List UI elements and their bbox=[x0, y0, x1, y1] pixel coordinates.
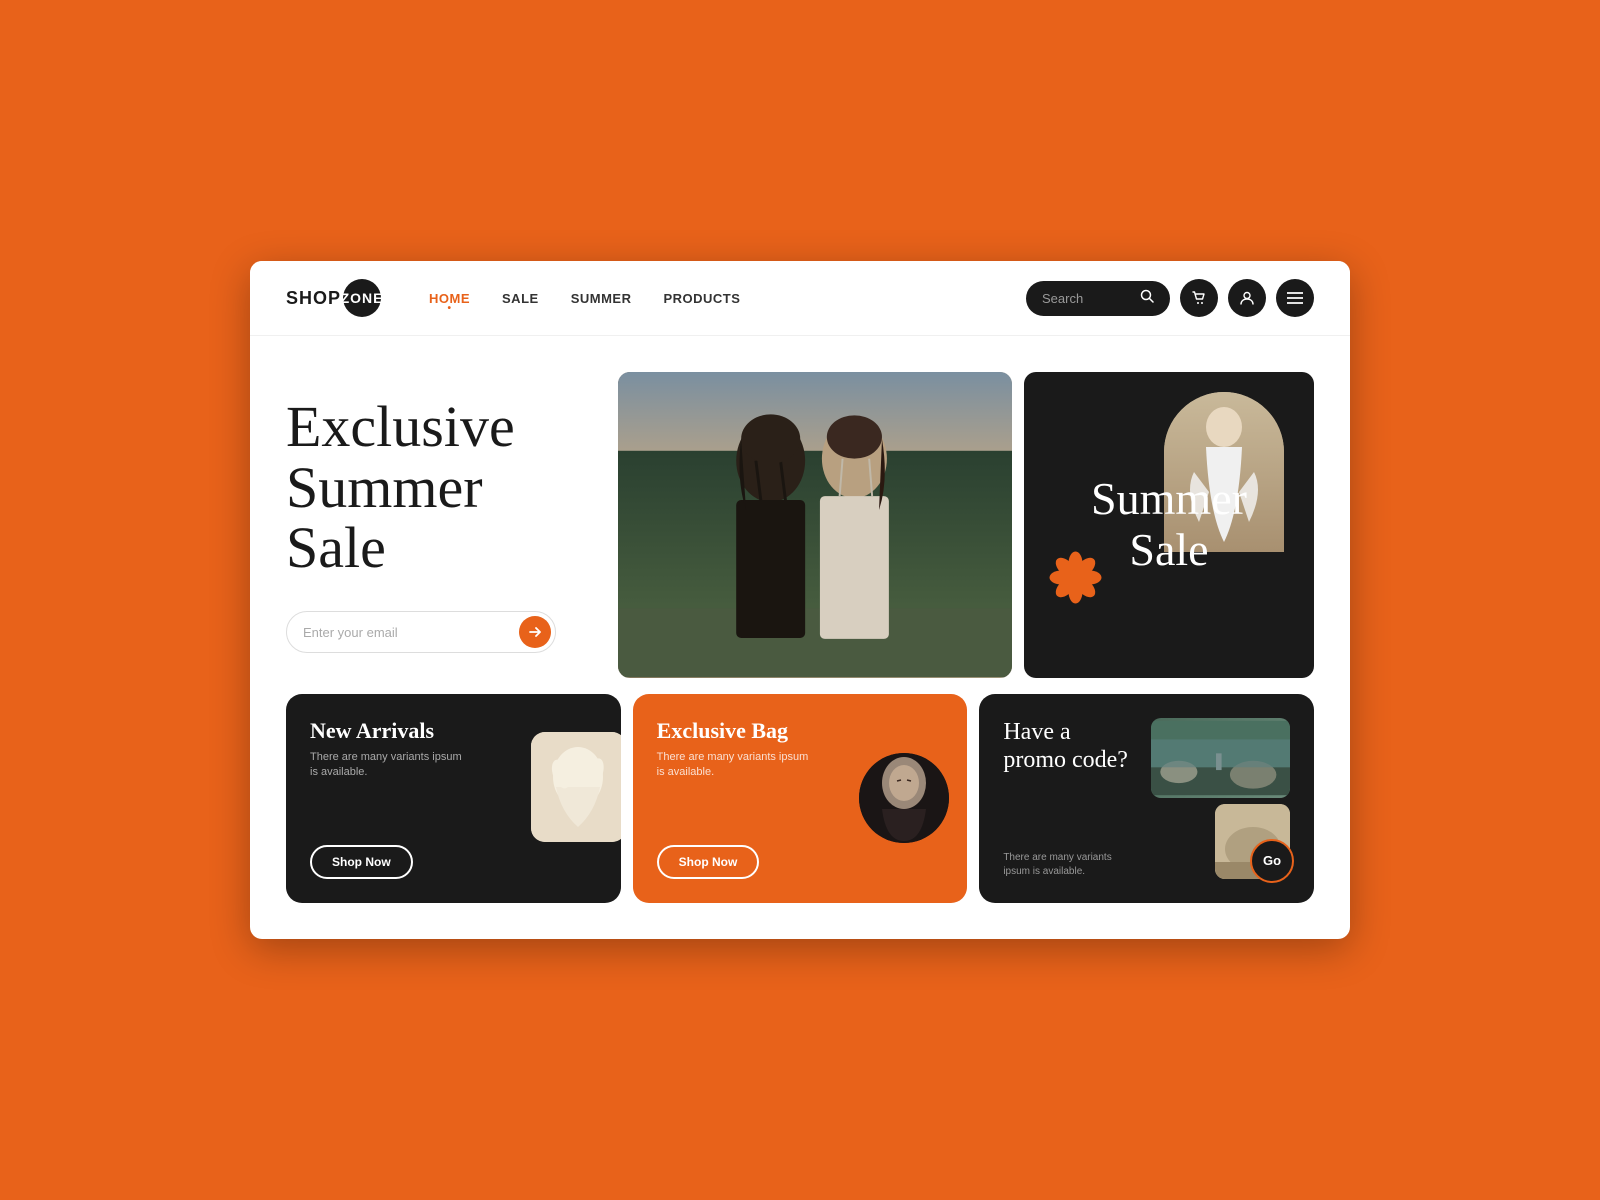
card1-content: New Arrivals There are many variants ips… bbox=[310, 718, 480, 781]
browser-window: SHOP ZONE HOME SALE SUMMER PRODUCTS bbox=[250, 261, 1350, 938]
navbar: SHOP ZONE HOME SALE SUMMER PRODUCTS bbox=[250, 261, 1350, 336]
summer-sale-panel: Summer Sale bbox=[1024, 372, 1314, 677]
card1-desc: There are many variants ipsum is availab… bbox=[310, 750, 470, 781]
menu-button[interactable] bbox=[1276, 279, 1314, 317]
nav-sale[interactable]: SALE bbox=[502, 291, 539, 306]
search-input[interactable] bbox=[1042, 291, 1132, 306]
summer-sale-text: Summer Sale bbox=[1091, 474, 1247, 575]
promo-text-area: Have a promo code? There are many varian… bbox=[1003, 718, 1142, 879]
exclusive-bag-card: Exclusive Bag There are many variants ip… bbox=[633, 694, 968, 903]
nav-home[interactable]: HOME bbox=[429, 291, 470, 306]
hero-main-image bbox=[618, 372, 1012, 677]
card2-content: Exclusive Bag There are many variants ip… bbox=[657, 718, 817, 781]
promo-code-card: Have a promo code? There are many varian… bbox=[979, 694, 1314, 903]
card1-title: New Arrivals bbox=[310, 718, 480, 744]
new-arrivals-card: New Arrivals There are many variants ips… bbox=[286, 694, 621, 903]
logo-zone-badge: ZONE bbox=[343, 279, 381, 317]
nav-links: HOME SALE SUMMER PRODUCTS bbox=[429, 291, 1026, 306]
nav-summer[interactable]: SUMMER bbox=[571, 291, 632, 306]
main-content: Exclusive Summer Sale bbox=[250, 336, 1350, 938]
nav-products[interactable]: PRODUCTS bbox=[663, 291, 740, 306]
search-icon bbox=[1140, 289, 1154, 308]
hero-title: Exclusive Summer Sale bbox=[286, 397, 606, 580]
logo-shop-text: SHOP bbox=[286, 288, 341, 309]
bottom-cards-grid: New Arrivals There are many variants ips… bbox=[286, 694, 1314, 903]
email-input[interactable] bbox=[303, 625, 519, 640]
go-button[interactable]: Go bbox=[1250, 839, 1294, 883]
promo-desc: There are many variants ipsum is availab… bbox=[1003, 851, 1132, 879]
hero-text: Exclusive Summer Sale bbox=[286, 372, 606, 677]
card2-shop-now-button[interactable]: Shop Now bbox=[657, 845, 760, 879]
email-form[interactable] bbox=[286, 611, 556, 653]
card2-title: Exclusive Bag bbox=[657, 718, 817, 744]
logo: SHOP ZONE bbox=[286, 279, 381, 317]
nav-right bbox=[1026, 279, 1314, 317]
cart-button[interactable] bbox=[1180, 279, 1218, 317]
promo-title: Have a promo code? bbox=[1003, 718, 1132, 776]
search-bar[interactable] bbox=[1026, 281, 1170, 316]
card2-desc: There are many variants ipsum is availab… bbox=[657, 750, 817, 781]
email-submit-button[interactable] bbox=[519, 616, 551, 648]
user-button[interactable] bbox=[1228, 279, 1266, 317]
hero-grid: Exclusive Summer Sale bbox=[286, 372, 1314, 677]
card1-shop-now-button[interactable]: Shop Now bbox=[310, 845, 413, 879]
